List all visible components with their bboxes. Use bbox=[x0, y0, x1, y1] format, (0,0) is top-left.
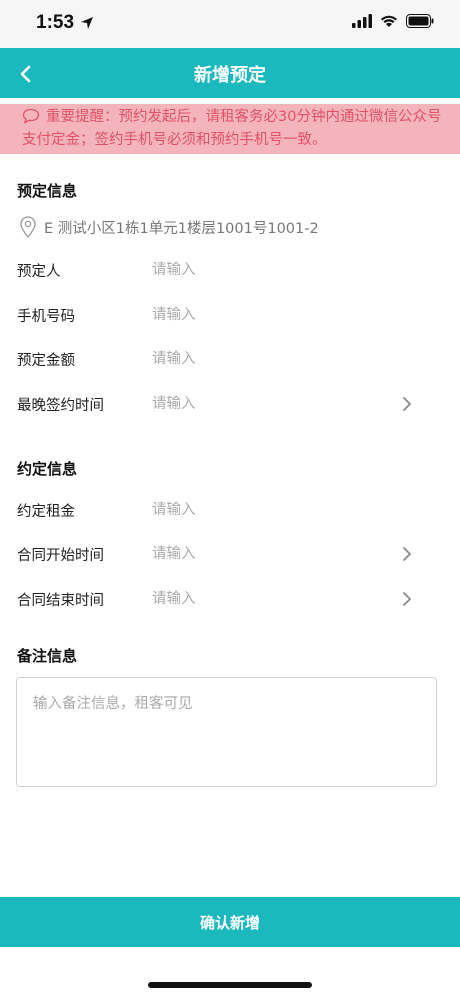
notice-text: 重要提醒：预约发起后，请租客务必30分钟内通过微信公众号支付定金；签约手机号必须… bbox=[22, 109, 442, 148]
contract-end-input[interactable] bbox=[146, 585, 388, 613]
signal-icon bbox=[352, 14, 372, 28]
section-title-booking-info: 预定信息 bbox=[17, 182, 78, 200]
phone-input[interactable] bbox=[146, 301, 388, 329]
address-row: E 测试小区1栋1单元1楼层1001号1001-2 bbox=[20, 216, 319, 238]
phone-label: 手机号码 bbox=[17, 309, 75, 325]
speech-bubble-icon bbox=[22, 108, 40, 124]
status-bar: 1:53 bbox=[0, 0, 460, 48]
confirm-add-button[interactable]: 确认新增 bbox=[0, 897, 460, 947]
booking-amount-input[interactable] bbox=[146, 345, 388, 373]
contract-end-label: 合同结束时间 bbox=[17, 593, 104, 609]
form-row-booker: 预定人 bbox=[0, 250, 460, 290]
chevron-right-icon[interactable] bbox=[400, 591, 414, 607]
booker-label: 预定人 bbox=[17, 264, 61, 280]
status-indicators bbox=[352, 14, 434, 28]
section-title-remarks: 备注信息 bbox=[17, 647, 78, 665]
remarks-textarea[interactable] bbox=[16, 677, 437, 787]
agreed-rent-input[interactable] bbox=[146, 496, 388, 524]
chevron-right-icon[interactable] bbox=[400, 546, 414, 562]
nav-bar: 新增预定 bbox=[0, 48, 460, 98]
battery-icon bbox=[406, 14, 434, 28]
chevron-right-icon[interactable] bbox=[400, 396, 414, 412]
form-row-booking-amount: 预定金额 bbox=[0, 339, 460, 379]
form-row-latest-sign-time[interactable]: 最晚签约时间 bbox=[0, 384, 460, 424]
form-row-agreed-rent: 约定租金 bbox=[0, 490, 460, 530]
form-row-contract-start[interactable]: 合同开始时间 bbox=[0, 534, 460, 574]
page-title: 新增预定 bbox=[194, 65, 266, 86]
status-time: 1:53 bbox=[36, 12, 75, 33]
form-row-phone: 手机号码 bbox=[0, 295, 460, 335]
address-text: E 测试小区1栋1单元1楼层1001号1001-2 bbox=[44, 220, 319, 237]
form-row-contract-end[interactable]: 合同结束时间 bbox=[0, 579, 460, 619]
agreed-rent-label: 约定租金 bbox=[17, 504, 75, 520]
booker-input[interactable] bbox=[146, 256, 388, 284]
latest-sign-time-input[interactable] bbox=[146, 390, 388, 418]
booking-amount-label: 预定金额 bbox=[17, 353, 75, 369]
wifi-icon bbox=[381, 15, 397, 27]
contract-start-input[interactable] bbox=[146, 540, 388, 568]
location-arrow-icon bbox=[81, 17, 93, 29]
section-title-agreement-info: 约定信息 bbox=[17, 460, 78, 478]
contract-start-label: 合同开始时间 bbox=[17, 548, 104, 564]
latest-sign-time-label: 最晚签约时间 bbox=[17, 398, 104, 414]
location-pin-icon bbox=[20, 216, 36, 238]
notice-banner: 重要提醒：预约发起后，请租客务必30分钟内通过微信公众号支付定金；签约手机号必须… bbox=[0, 104, 460, 154]
home-indicator bbox=[148, 982, 312, 988]
